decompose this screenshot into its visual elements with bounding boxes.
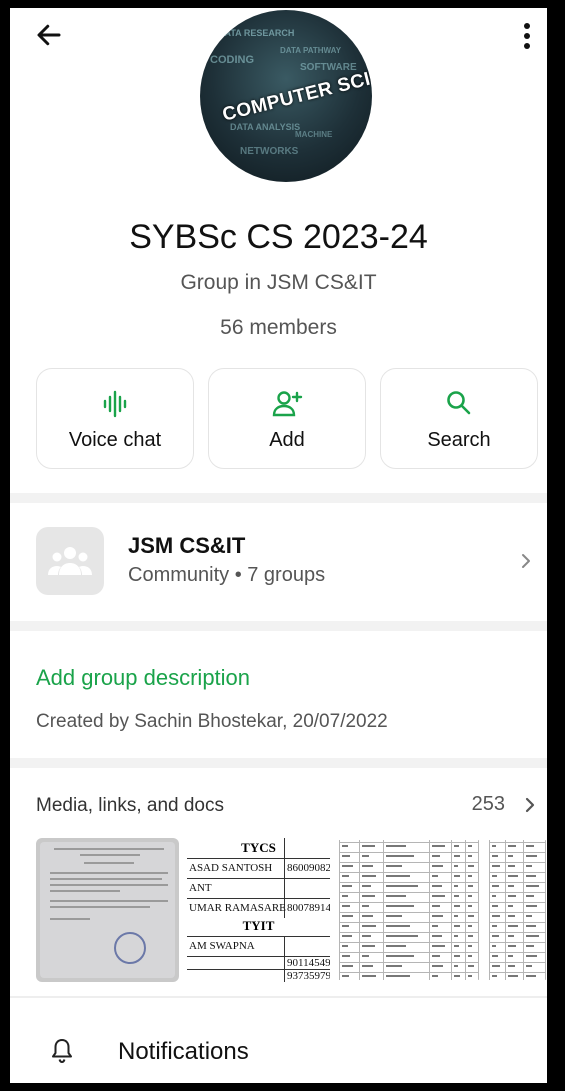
thumb-row-name: ANT (189, 882, 212, 894)
community-name: JSM CS&IT (128, 533, 246, 558)
bell-icon (52, 1039, 72, 1063)
thumb-row-number: 90114549 (287, 957, 330, 969)
community-group-icon (36, 527, 104, 595)
action-buttons: Voice chat Add Search (36, 368, 542, 471)
add-description-link[interactable]: Add group description (36, 665, 250, 691)
thumb-row-number: 80078914 (287, 902, 330, 914)
group-name: SYBSc CS 2023-24 (129, 218, 428, 256)
notifications-row[interactable]: Notifications (10, 1013, 547, 1083)
search-label: Search (427, 429, 491, 451)
section-divider (10, 621, 547, 631)
media-count: 253 (471, 793, 505, 815)
more-options-icon[interactable] (519, 18, 535, 54)
group-avatar[interactable]: DATA RESEARCH DATA PATHWAY CODING SOFTWA… (200, 10, 372, 182)
section-divider (10, 758, 547, 768)
media-thumbnails: TYCS ASAD SANTOSH 86009082 ANT UMAR RAMA… (36, 838, 547, 982)
section-divider (10, 996, 547, 998)
media-thumbnail-table[interactable] (487, 838, 547, 982)
community-subtitle: Community • 7 groups (128, 564, 326, 586)
community-row[interactable]: JSM CS&IT Community • 7 groups (10, 503, 547, 621)
back-arrow-icon[interactable] (34, 20, 64, 50)
section-divider (10, 493, 547, 503)
media-thumbnail-table[interactable] (337, 838, 480, 982)
group-subtitle[interactable]: Group in JSM CS&IT (10, 271, 547, 295)
thumb-row-name: ASAD SANTOSH (189, 862, 273, 874)
member-count: 56 members (220, 316, 337, 339)
notifications-label: Notifications (118, 1038, 249, 1065)
group-info-screen: DATA RESEARCH DATA PATHWAY CODING SOFTWA… (10, 8, 547, 1083)
thumb-row-number: 86009082 (287, 862, 330, 874)
chevron-right-icon (522, 554, 530, 568)
add-person-icon (272, 391, 303, 417)
search-icon (447, 391, 471, 415)
thumb-row-name: AM SWAPNA (189, 940, 255, 952)
thumb-row-name: UMAR RAMASARE (189, 902, 286, 914)
thumb-row-number: 93735979 (287, 970, 330, 982)
description-section: Add group description Created by Sachin … (10, 633, 547, 758)
created-by-text: Created by Sachin Bhostekar, 20/07/2022 (36, 711, 388, 732)
voice-wave-icon (103, 390, 127, 418)
thumb-header-tycs: TYCS (187, 840, 330, 859)
voice-chat-button[interactable]: Voice chat (36, 368, 194, 469)
thumb-header-tyit: TYIT (187, 918, 330, 937)
media-thumbnail-notice[interactable] (36, 838, 179, 982)
add-member-button[interactable]: Add (208, 368, 366, 469)
media-heading: Media, links, and docs (36, 795, 224, 816)
voice-chat-label: Voice chat (68, 429, 162, 451)
search-button[interactable]: Search (380, 368, 538, 469)
media-thumbnail-list[interactable]: TYCS ASAD SANTOSH 86009082 ANT UMAR RAMA… (187, 838, 330, 982)
chevron-right-icon (525, 797, 535, 813)
media-section[interactable]: Media, links, and docs 253 TYCS ASAD SAN… (10, 768, 547, 988)
add-label: Add (269, 429, 305, 451)
